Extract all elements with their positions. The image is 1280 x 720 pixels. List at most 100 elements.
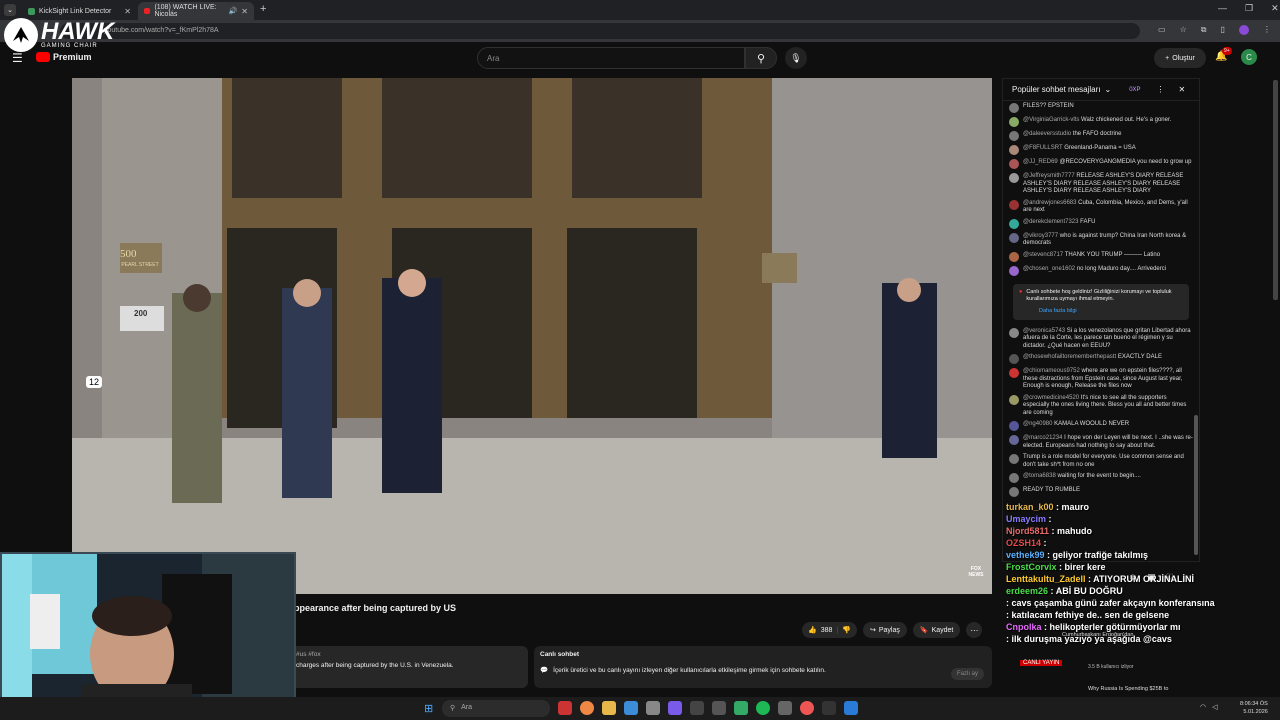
volume-icon[interactable]: ◁ [1212,703,1217,711]
user-avatar[interactable] [1009,159,1019,169]
tab-menu-icon[interactable]: ⌄ [4,4,16,16]
user-avatar[interactable] [1009,265,1019,276]
like-button[interactable]: 👍 388 | 👎 [802,622,857,638]
account-avatar[interactable]: C [1241,49,1257,65]
spotify-icon[interactable] [756,701,770,715]
user-avatar[interactable] [1009,131,1019,141]
user-avatar[interactable] [1009,103,1019,113]
user-avatar[interactable] [1009,199,1019,210]
maximize-icon[interactable]: ❐ [1245,3,1253,14]
heart-icon[interactable]: ♡ [1166,572,1174,583]
star-icon[interactable]: ☆ [1180,25,1187,35]
user-avatar[interactable] [1009,487,1019,497]
taskbar-search[interactable]: ⚲ Ara [442,700,550,717]
chat-username[interactable]: @Jeffreysmith7777 [1023,173,1076,179]
share-button[interactable]: ↪ Paylaş [862,622,907,638]
video-player[interactable]: 500 PEARL STREET 200 12 FOX NEWS [72,78,992,594]
youtube-logo[interactable]: Premium [36,52,92,62]
app-icon-8[interactable] [844,701,858,715]
create-button[interactable]: + Oluştur [1154,48,1206,68]
chrome-icon[interactable] [580,701,594,715]
overlay-message: : geliyor trafiğe takılmış [1044,550,1149,560]
user-avatar[interactable] [1009,435,1019,445]
chat-username[interactable]: @JJ_RED69 [1023,159,1059,165]
chat-username[interactable]: @VirginiaGarrick-vlts [1023,117,1081,123]
tab-youtube[interactable]: (108) WATCH LIVE: Nicolás 🔊 ✕ [138,2,254,20]
profile-avatar[interactable] [1238,25,1249,35]
user-avatar[interactable] [1009,145,1019,155]
user-avatar[interactable] [1009,394,1019,405]
gift-icon[interactable]: ▣ [1147,572,1156,583]
new-tab-icon[interactable]: + [260,3,266,15]
hamburger-menu-icon[interactable]: ☰ [12,51,23,65]
chat-mode-selector[interactable]: Popüler sohbet mesajları [1012,85,1101,94]
chat-username[interactable]: @derekclement7323 [1023,219,1080,225]
chat-username[interactable]: @ng40980 [1023,421,1054,427]
save-button[interactable]: 🔖 Kaydet [912,622,961,638]
user-avatar[interactable] [1009,218,1019,229]
search-button[interactable]: ⚲ [745,47,777,69]
address-field[interactable]: youtube.com/watch?v=_fKmPl2h78A [60,23,1140,39]
app-icon[interactable] [558,701,572,715]
thumbs-down-icon[interactable]: 👎 [842,626,851,634]
more-icon[interactable]: ⋮ [1263,25,1271,35]
close-window-icon[interactable]: ✕ [1271,3,1279,14]
chat-username[interactable]: @thosewhofailtorememberthepastt [1023,354,1118,360]
app-icon-7[interactable] [822,701,836,715]
app-icon-6[interactable] [778,701,792,715]
user-avatar[interactable] [1009,421,1019,431]
edge-icon[interactable] [624,701,638,715]
cast-icon[interactable]: ▭ [1158,25,1166,35]
clock[interactable]: 8:06:34 ÖS 5.01.2026 [1240,700,1268,716]
close-icon[interactable]: ✕ [241,7,248,16]
join-chat-button[interactable]: Fazlı ay [950,668,984,680]
chat-username[interactable]: @vikroy3777 [1023,233,1060,239]
emoji-icon[interactable]: ☺ [1128,572,1137,583]
search-input[interactable]: Ara [477,47,745,69]
chat-username[interactable]: @daleeversstudio [1023,131,1073,137]
chat-username[interactable]: @F8FULLSRT [1023,145,1064,151]
learn-more-link[interactable]: Daha fazla bilgi [1039,308,1183,315]
chat-username[interactable]: @veronica5743 [1023,328,1067,334]
chat-username[interactable]: @chiomameous9752 [1023,368,1081,374]
user-avatar[interactable] [1009,473,1019,483]
app-icon-4[interactable] [712,701,726,715]
user-avatar[interactable] [1009,173,1019,183]
chat-header: Popüler sohbet mesajları ⌄ 0XP ⋮ ✕ [1003,79,1199,101]
user-avatar[interactable] [1009,232,1019,243]
user-avatar[interactable] [1009,454,1019,464]
tab-label: KickSight Link Detector [39,7,112,15]
points-badge[interactable]: 0XP [1129,87,1140,93]
sidebar-icon[interactable]: ▯ [1220,25,1224,35]
chat-username[interactable]: @toma6838 [1023,473,1057,479]
user-avatar[interactable] [1009,327,1019,338]
description-box[interactable]: #us #fox charges after being captured by… [290,646,528,688]
app-icon-5[interactable] [734,701,748,715]
app-icon-2[interactable] [646,701,660,715]
discord-icon[interactable] [668,701,682,715]
extensions-icon[interactable]: ⧉ [1201,25,1207,35]
folder-icon[interactable] [602,701,616,715]
chevron-down-icon[interactable]: ⌄ [1105,85,1112,94]
speaker-icon[interactable]: 🔊 [229,7,238,15]
chat-username[interactable]: @marco21234 [1023,435,1064,441]
user-avatar[interactable] [1009,368,1019,378]
chat-username[interactable]: @crowmedicine4520 [1023,395,1081,401]
close-icon[interactable]: ✕ [124,7,131,16]
chat-more-icon[interactable]: ⋮ [1157,85,1165,94]
minimize-icon[interactable]: — [1218,3,1227,14]
wifi-icon[interactable]: ◠ [1200,703,1206,711]
user-avatar[interactable] [1009,354,1019,364]
chat-username[interactable]: @chosen_one1602 [1023,266,1077,272]
obs-icon[interactable] [800,701,814,715]
chat-username[interactable]: @andrewjones6683 [1023,200,1078,206]
more-actions-button[interactable]: ⋯ [966,622,983,638]
chat-close-icon[interactable]: ✕ [1179,85,1186,94]
voice-search-button[interactable]: 🎙 [785,47,807,69]
windows-start-icon[interactable]: ⊞ [424,702,433,715]
chat-username[interactable]: @stevenc8717 [1023,252,1065,258]
page-scrollbar[interactable] [1273,80,1278,300]
app-icon-3[interactable] [690,701,704,715]
user-avatar[interactable] [1009,251,1019,262]
user-avatar[interactable] [1009,117,1019,127]
